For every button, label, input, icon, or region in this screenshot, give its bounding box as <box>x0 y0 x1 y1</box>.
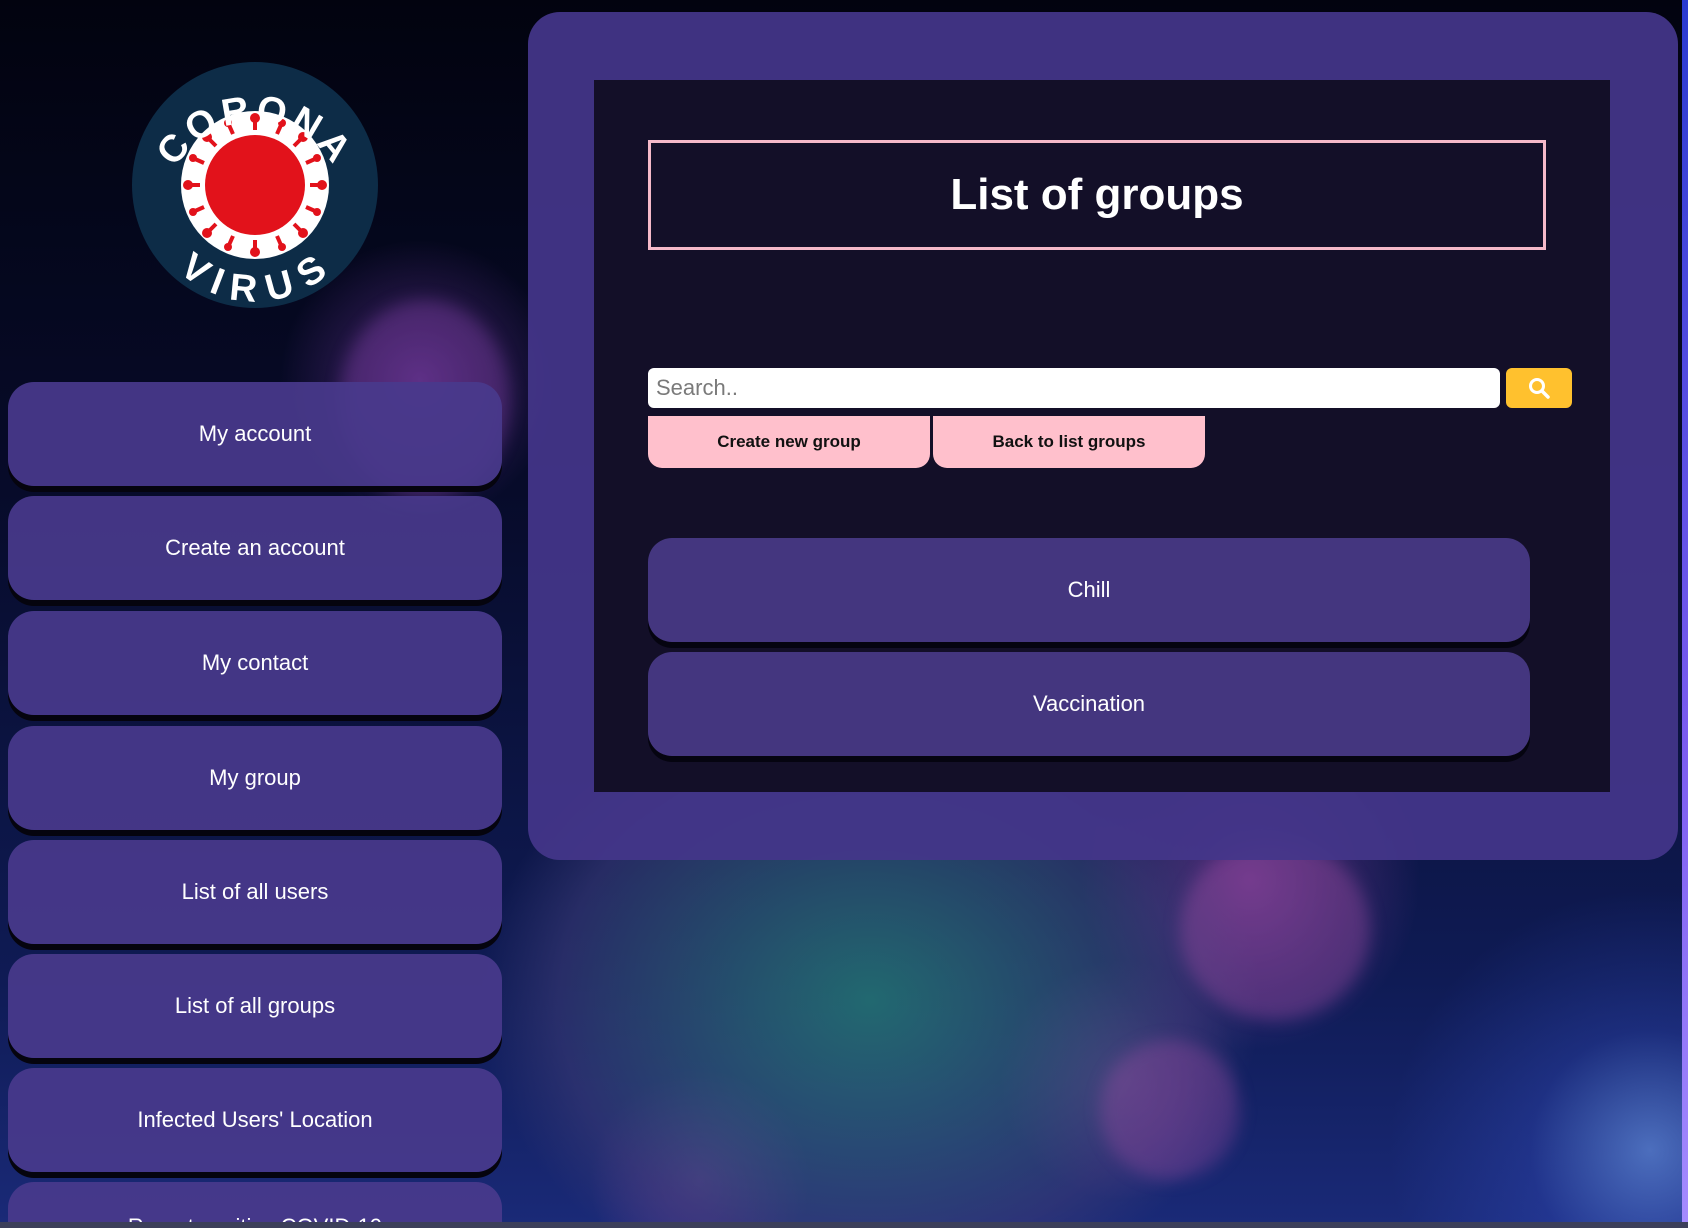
sidebar-item-infected-location[interactable]: Infected Users' Location <box>8 1068 502 1172</box>
sidebar-item-create-account[interactable]: Create an account <box>8 496 502 600</box>
group-item-chill[interactable]: Chill <box>648 538 1530 642</box>
back-to-list-label: Back to list groups <box>992 432 1146 451</box>
create-group-label: Create new group <box>717 432 861 451</box>
window-frame-edge <box>1682 0 1688 1228</box>
sidebar-item-label: List of all groups <box>174 993 336 1018</box>
group-name: Chill <box>1067 577 1111 602</box>
main-panel: List of groups Create new group Back to … <box>528 12 1678 860</box>
group-item-vaccination[interactable]: Vaccination <box>648 652 1530 756</box>
sidebar-item-my-account[interactable]: My account <box>8 382 502 486</box>
sidebar-item-label: Infected Users' Location <box>137 1107 373 1132</box>
sidebar-item-label: My group <box>209 765 301 790</box>
sidebar-item-label: List of all users <box>181 879 329 904</box>
window-frame-bottom <box>0 1222 1688 1228</box>
sidebar: CORONA VIRUS My account Create an accoun… <box>8 0 502 1228</box>
background-blob <box>1180 840 1370 1020</box>
corona-virus-logo: CORONA VIRUS <box>132 62 378 308</box>
sidebar-item-label: My contact <box>201 650 309 675</box>
create-group-button[interactable]: Create new group <box>648 416 930 468</box>
sidebar-item-my-contact[interactable]: My contact <box>8 611 502 715</box>
sidebar-item-my-group[interactable]: My group <box>8 726 502 830</box>
content-area: List of groups Create new group Back to … <box>594 80 1610 792</box>
back-to-list-button[interactable]: Back to list groups <box>933 416 1205 468</box>
page-title: List of groups <box>648 140 1546 250</box>
search-button[interactable] <box>1506 368 1572 408</box>
sidebar-item-label: My account <box>198 421 312 446</box>
page-title-text: List of groups <box>950 170 1244 219</box>
search-icon <box>1529 378 1550 399</box>
sidebar-item-list-groups[interactable]: List of all groups <box>8 954 502 1058</box>
sidebar-item-list-users[interactable]: List of all users <box>8 840 502 944</box>
sidebar-item-label: Create an account <box>165 535 345 560</box>
group-name: Vaccination <box>1032 691 1146 716</box>
search-input[interactable] <box>648 368 1500 408</box>
background-blob <box>1100 1040 1240 1180</box>
